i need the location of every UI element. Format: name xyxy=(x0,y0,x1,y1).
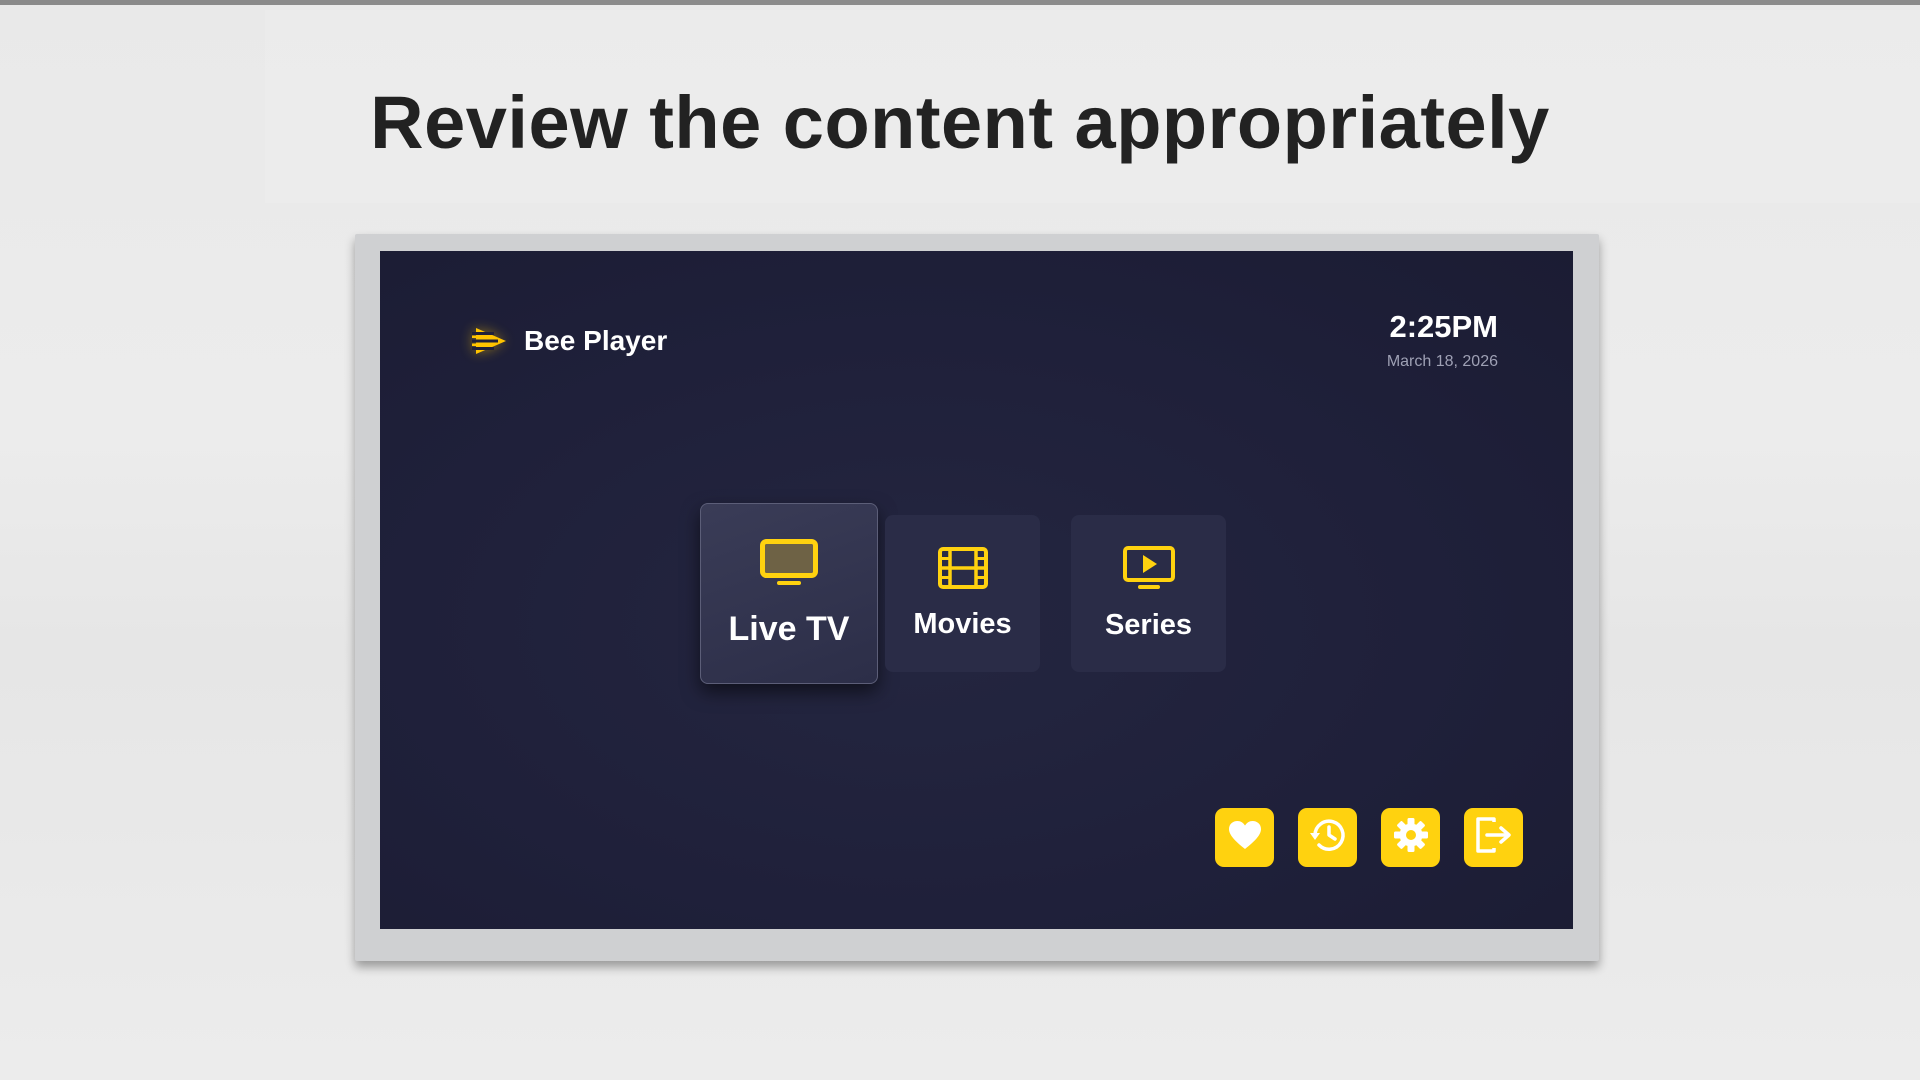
bee-player-logo-icon xyxy=(470,321,510,361)
top-border xyxy=(0,0,1920,5)
logout-button[interactable] xyxy=(1464,808,1523,867)
tile-label-series: Series xyxy=(1104,608,1193,641)
logout-icon xyxy=(1474,816,1514,859)
clock: 2:25PM March 18, 2026 xyxy=(1387,309,1498,371)
tv-screen: Bee Player 2:25PM March 18, 2026 Live TV xyxy=(380,251,1573,929)
tile-series[interactable]: Series xyxy=(1071,515,1226,672)
favorites-button[interactable] xyxy=(1215,808,1274,867)
history-icon xyxy=(1308,816,1348,859)
heart-icon xyxy=(1228,820,1262,855)
gear-icon xyxy=(1393,817,1429,858)
tile-label-live-tv: Live TV xyxy=(728,609,850,648)
clock-time: 2:25PM xyxy=(1389,309,1498,344)
app-brand: Bee Player xyxy=(470,321,667,361)
tile-movies[interactable]: Movies xyxy=(885,515,1040,672)
quick-actions xyxy=(1215,808,1523,867)
tile-label-movies: Movies xyxy=(913,607,1012,640)
play-screen-icon xyxy=(1122,545,1175,595)
app-name: Bee Player xyxy=(524,325,668,356)
film-icon xyxy=(937,546,988,594)
history-button[interactable] xyxy=(1298,808,1357,867)
tv-frame: Bee Player 2:25PM March 18, 2026 Live TV xyxy=(355,234,1599,961)
clock-date: March 18, 2026 xyxy=(1386,353,1498,370)
tv-icon xyxy=(760,538,818,592)
settings-button[interactable] xyxy=(1381,808,1440,867)
page-headline: Review the content appropriately xyxy=(370,81,1550,164)
tile-live-tv[interactable]: Live TV xyxy=(700,503,878,684)
